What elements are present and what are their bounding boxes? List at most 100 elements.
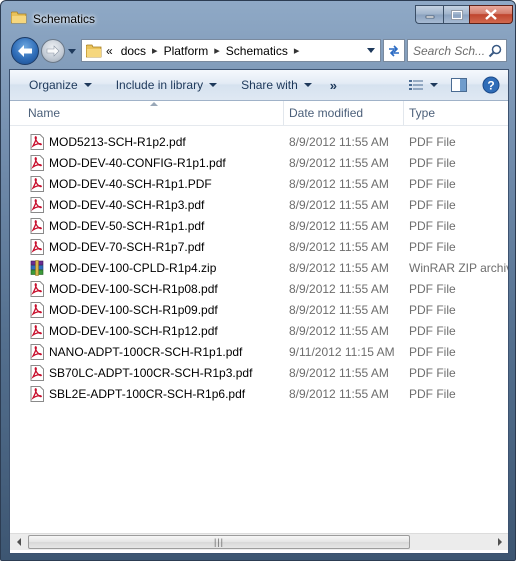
title-bar[interactable]: Schematics [1, 1, 516, 35]
file-row[interactable]: MOD-DEV-40-SCH-R1p3.pdf 8/9/2012 11:55 A… [10, 195, 508, 216]
file-date: 9/11/2012 11:15 AM [289, 345, 395, 359]
file-row[interactable]: NANO-ADPT-100CR-SCH-R1p1.pdf 9/11/2012 1… [10, 342, 508, 363]
file-name: MOD-DEV-100-SCH-R1p12.pdf [49, 324, 218, 338]
breadcrumb-platform[interactable]: Platform [160, 40, 213, 61]
pdf-icon [30, 176, 44, 192]
column-headers: Name Date modified Type [10, 101, 508, 126]
back-arrow-icon [18, 45, 32, 57]
pdf-icon [30, 197, 44, 213]
view-controls: ? [404, 74, 502, 96]
maximize-icon [450, 9, 463, 20]
share-with-label: Share with [241, 78, 298, 92]
change-view-button[interactable] [404, 74, 428, 96]
pdf-icon [30, 302, 44, 318]
close-icon [485, 9, 497, 20]
file-type: PDF File [409, 135, 456, 149]
organize-button[interactable]: Organize [21, 74, 100, 96]
file-name: MOD-DEV-100-SCH-R1p08.pdf [49, 282, 218, 296]
more-commands-button[interactable]: » [320, 78, 346, 93]
column-header-name[interactable]: Name [20, 101, 282, 125]
file-row[interactable]: MOD-DEV-40-SCH-R1p1.PDF 8/9/2012 11:55 A… [10, 174, 508, 195]
file-type: WinRAR ZIP archive [409, 261, 508, 275]
file-name: MOD-DEV-100-SCH-R1p09.pdf [49, 303, 218, 317]
explorer-content: Organize Include in library Share with » [9, 69, 509, 554]
help-button[interactable]: ? [472, 74, 502, 96]
breadcrumb-separator-icon[interactable]: ▸ [212, 44, 222, 57]
column-header-type[interactable]: Type [401, 101, 507, 125]
file-type: PDF File [409, 156, 456, 170]
file-row[interactable]: MOD-DEV-70-SCH-R1p7.pdf 8/9/2012 11:55 A… [10, 237, 508, 258]
file-type: PDF File [409, 345, 456, 359]
file-row[interactable]: MOD-DEV-100-SCH-R1p08.pdf 8/9/2012 11:55… [10, 279, 508, 300]
file-row[interactable]: MOD5213-SCH-R1p2.pdf 8/9/2012 11:55 AM P… [10, 132, 508, 153]
pdf-icon [30, 386, 44, 402]
details-view-icon [409, 80, 423, 90]
horizontal-scrollbar[interactable]: ||| [10, 533, 508, 550]
file-date: 8/9/2012 11:55 AM [289, 219, 389, 233]
breadcrumb-separator-icon[interactable]: ▸ [292, 44, 302, 57]
file-type: PDF File [409, 219, 456, 233]
column-header-date-modified[interactable]: Date modified [281, 101, 403, 125]
column-header-type-label: Type [409, 106, 436, 120]
preview-pane-icon [451, 78, 467, 92]
refresh-icon [389, 44, 399, 57]
file-date: 8/9/2012 11:55 AM [289, 135, 389, 149]
scroll-left-button[interactable] [10, 534, 27, 550]
preview-pane-button[interactable] [446, 74, 472, 96]
file-date: 8/9/2012 11:55 AM [289, 387, 389, 401]
forward-button[interactable] [41, 39, 65, 63]
file-type: PDF File [409, 387, 456, 401]
address-dropdown-icon[interactable] [366, 45, 376, 55]
file-date: 8/9/2012 11:55 AM [289, 366, 389, 380]
file-name: MOD-DEV-40-SCH-R1p1.PDF [49, 177, 212, 191]
pdf-icon [30, 218, 44, 234]
minimize-button[interactable] [415, 5, 443, 24]
search-icon[interactable] [488, 44, 502, 58]
forward-arrow-icon [46, 45, 60, 57]
breadcrumb-separator-icon[interactable]: ▸ [150, 44, 160, 57]
file-row[interactable]: MOD-DEV-40-CONFIG-R1p1.pdf 8/9/2012 11:5… [10, 153, 508, 174]
organize-label: Organize [29, 78, 78, 92]
file-name: MOD-DEV-70-SCH-R1p7.pdf [49, 240, 205, 254]
file-row[interactable]: MOD-DEV-100-SCH-R1p12.pdf 8/9/2012 11:55… [10, 321, 508, 342]
help-icon: ? [482, 76, 500, 94]
recent-pages-dropdown-icon[interactable] [67, 47, 77, 55]
file-name: MOD5213-SCH-R1p2.pdf [49, 135, 186, 149]
view-options-dropdown[interactable] [428, 74, 446, 96]
scrollbar-thumb[interactable]: ||| [28, 535, 410, 549]
include-in-library-button[interactable]: Include in library [108, 74, 225, 96]
file-row[interactable]: SBL2E-ADPT-100CR-SCH-R1p6.pdf 8/9/2012 1… [10, 384, 508, 405]
file-row[interactable]: SB70LC-ADPT-100CR-SCH-R1p3.pdf 8/9/2012 … [10, 363, 508, 384]
file-list: MOD5213-SCH-R1p2.pdf 8/9/2012 11:55 AM P… [10, 132, 508, 532]
breadcrumb-schematics[interactable]: Schematics [222, 40, 292, 61]
share-with-button[interactable]: Share with [233, 74, 320, 96]
file-name: MOD-DEV-100-CPLD-R1p4.zip [49, 261, 217, 275]
pdf-icon [30, 344, 44, 360]
file-row[interactable]: MOD-DEV-100-SCH-R1p09.pdf 8/9/2012 11:55… [10, 300, 508, 321]
breadcrumb-overflow[interactable]: « [102, 40, 117, 61]
pdf-icon [30, 155, 44, 171]
breadcrumb-docs[interactable]: docs [117, 40, 150, 61]
window-title: Schematics [33, 12, 96, 26]
caption-buttons [415, 5, 513, 25]
file-date: 8/9/2012 11:55 AM [289, 240, 389, 254]
scroll-right-button[interactable] [491, 534, 508, 550]
file-name: MOD-DEV-50-SCH-R1p1.pdf [49, 219, 205, 233]
search-box[interactable] [407, 39, 507, 62]
file-row[interactable]: MOD-DEV-50-SCH-R1p1.pdf 8/9/2012 11:55 A… [10, 216, 508, 237]
minimize-icon [425, 15, 434, 18]
file-row[interactable]: MOD-DEV-100-CPLD-R1p4.zip 8/9/2012 11:55… [10, 258, 508, 279]
close-button[interactable] [469, 5, 513, 24]
search-input[interactable] [413, 43, 487, 58]
include-in-library-label: Include in library [115, 78, 204, 92]
scroll-right-icon [497, 538, 502, 546]
file-name: MOD-DEV-40-CONFIG-R1p1.pdf [49, 156, 226, 170]
back-button[interactable] [11, 37, 39, 65]
address-bar[interactable]: « docs ▸ Platform ▸ Schematics ▸ [81, 39, 381, 62]
file-date: 8/9/2012 11:55 AM [289, 261, 389, 275]
pdf-icon [30, 281, 44, 297]
maximize-button[interactable] [443, 5, 469, 24]
refresh-button[interactable] [383, 39, 405, 62]
file-type: PDF File [409, 240, 456, 254]
file-type: PDF File [409, 366, 456, 380]
